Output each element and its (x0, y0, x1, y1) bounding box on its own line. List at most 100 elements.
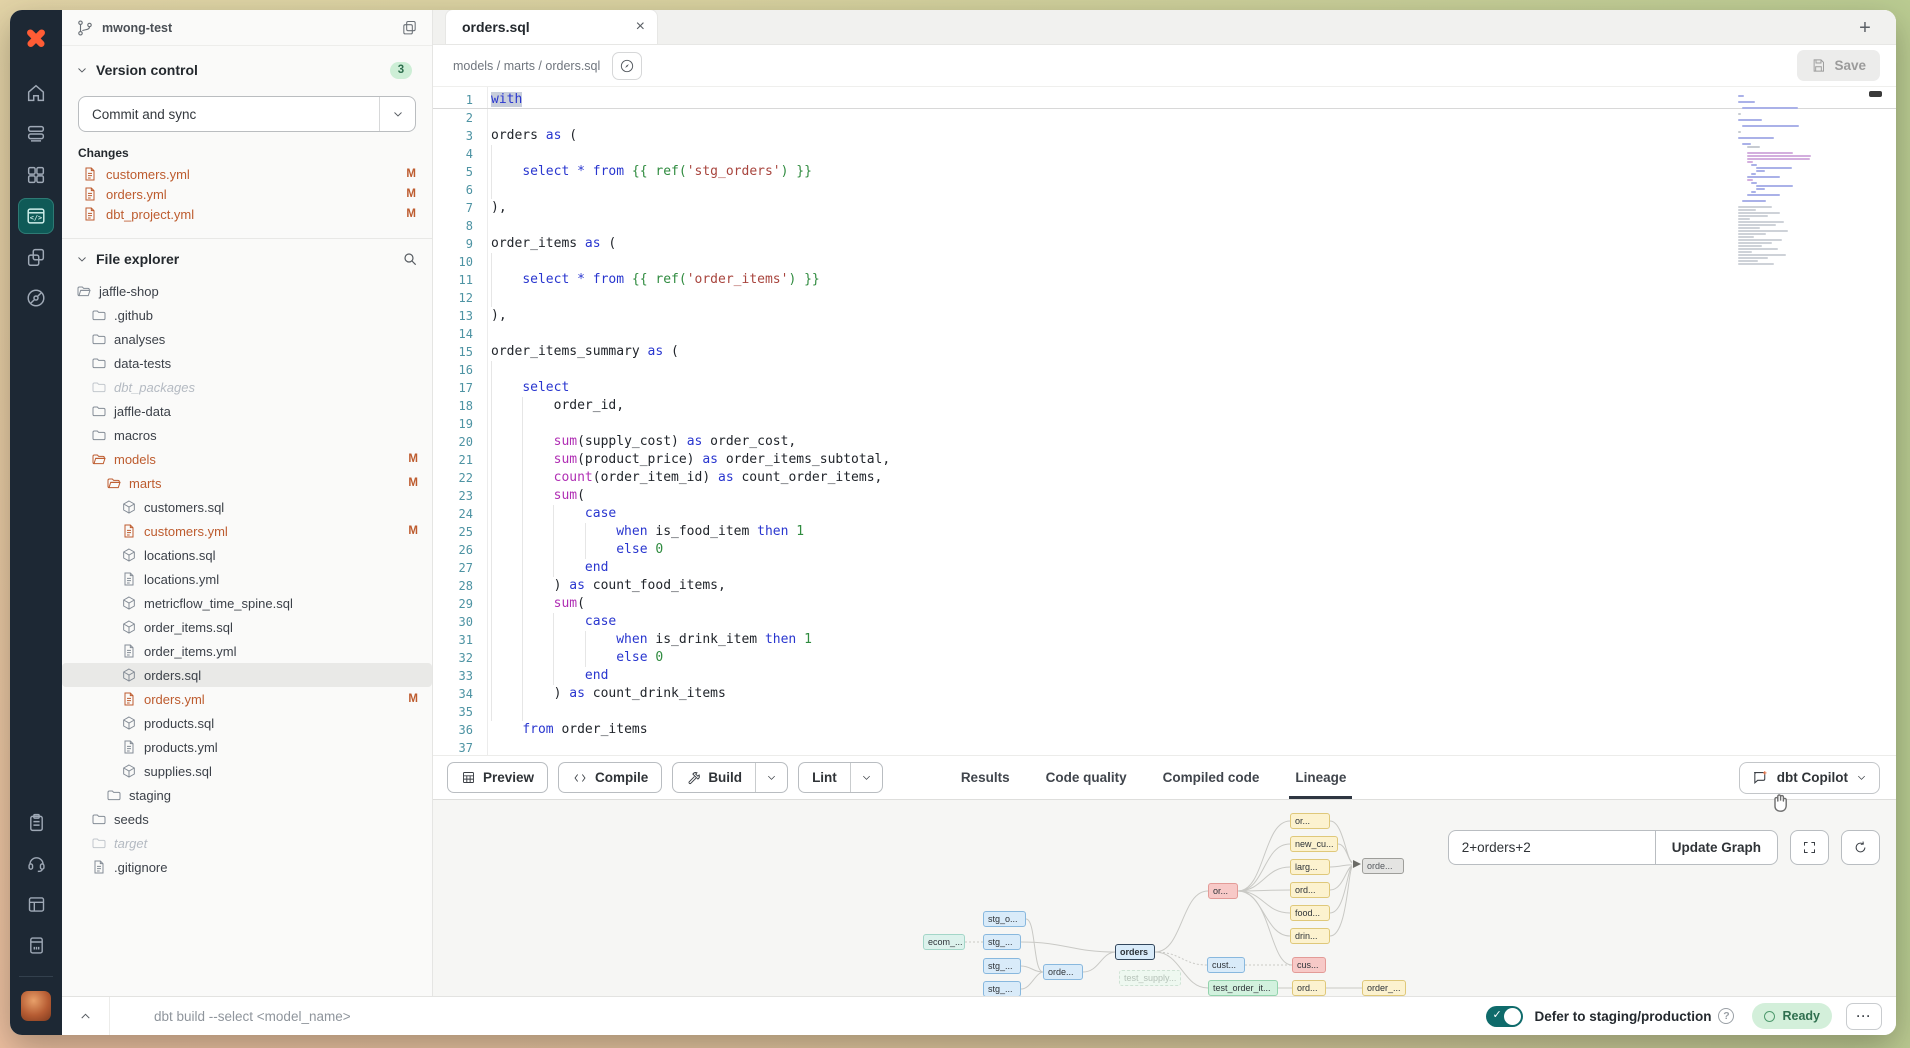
tree-item-marts[interactable]: martsM (62, 471, 432, 495)
tree-item-customers.sql[interactable]: customers.sql (62, 495, 432, 519)
code-line-31[interactable]: 31 when is_drink_item then 1 (433, 631, 1896, 649)
code-line-37[interactable]: 37 (433, 739, 1896, 755)
dbt-copilot-button[interactable]: dbt Copilot (1739, 762, 1880, 794)
code-line-34[interactable]: 34 ) as count_drink_items (433, 685, 1896, 703)
lineage-node-ecom_[interactable]: ecom_... (923, 934, 965, 950)
preview-button[interactable]: Preview (447, 762, 548, 793)
code-line-10[interactable]: 10 (433, 253, 1896, 271)
code-line-6[interactable]: 6 (433, 181, 1896, 199)
code-line-29[interactable]: 29 sum( (433, 595, 1896, 613)
tab-orders-sql[interactable]: orders.sql × (445, 10, 658, 44)
code-line-20[interactable]: 20 sum(supply_cost) as order_cost, (433, 433, 1896, 451)
tree-item-order_items.sql[interactable]: order_items.sql (62, 615, 432, 639)
code-line-9[interactable]: 9order_items as ( (433, 235, 1896, 253)
tree-item-jaffle-shop[interactable]: jaffle-shop (62, 279, 432, 303)
build-options-caret[interactable] (755, 763, 787, 792)
changed-file-orders.yml[interactable]: orders.ymlM (62, 184, 432, 204)
build-button[interactable]: Build (672, 762, 788, 793)
code-line-23[interactable]: 23 sum( (433, 487, 1896, 505)
changed-file-dbt_project.yml[interactable]: dbt_project.ymlM (62, 204, 432, 224)
code-editor[interactable]: 1with23orders as (45 select * from {{ re… (433, 87, 1896, 755)
lineage-node-test_supply[interactable]: test_supply... (1119, 970, 1181, 986)
code-line-24[interactable]: 24 case (433, 505, 1896, 523)
commit-and-sync-button[interactable]: Commit and sync (78, 96, 416, 132)
tree-item-dbt_packages[interactable]: dbt_packages (62, 375, 432, 399)
file-explorer-header[interactable]: File explorer (62, 243, 432, 275)
code-line-15[interactable]: 15order_items_summary as ( (433, 343, 1896, 361)
lineage-node-or[interactable]: or... (1208, 883, 1238, 899)
nav-explore-icon[interactable] (18, 157, 54, 193)
code-line-11[interactable]: 11 select * from {{ ref('order_items') }… (433, 271, 1896, 289)
version-control-header[interactable]: Version control 3 (62, 54, 432, 86)
code-line-28[interactable]: 28 ) as count_food_items, (433, 577, 1896, 595)
code-line-19[interactable]: 19 (433, 415, 1896, 433)
close-tab-icon[interactable]: × (636, 19, 645, 35)
code-line-35[interactable]: 35 (433, 703, 1896, 721)
code-line-13[interactable]: 13), (433, 307, 1896, 325)
dbt-logo-icon[interactable] (22, 24, 50, 52)
lineage-node-cust[interactable]: cust... (1207, 957, 1245, 973)
nav-discover-icon[interactable] (18, 280, 54, 316)
tree-item-seeds[interactable]: seeds (62, 807, 432, 831)
tree-item-products.yml[interactable]: products.yml (62, 735, 432, 759)
lineage-node-new_cu[interactable]: new_cu... (1290, 836, 1338, 852)
compile-button[interactable]: Compile (558, 762, 662, 793)
code-line-17[interactable]: 17 select (433, 379, 1896, 397)
tree-item-target[interactable]: target (62, 831, 432, 855)
nav-notebook-icon[interactable] (18, 927, 54, 963)
code-line-1[interactable]: 1with (433, 91, 1896, 109)
panel-tab-lineage[interactable]: Lineage (1295, 756, 1346, 799)
user-avatar[interactable] (21, 991, 51, 1021)
panel-tab-code-quality[interactable]: Code quality (1046, 756, 1127, 799)
tree-item-jaffle-data[interactable]: jaffle-data (62, 399, 432, 423)
nav-deploy-icon[interactable] (18, 116, 54, 152)
code-line-16[interactable]: 16 (433, 361, 1896, 379)
code-line-14[interactable]: 14 (433, 325, 1896, 343)
help-icon[interactable]: ? (1718, 1008, 1734, 1024)
tree-item-.gitignore[interactable]: .gitignore (62, 855, 432, 879)
tree-item-metricflow_time_spine.sql[interactable]: metricflow_time_spine.sql (62, 591, 432, 615)
code-line-32[interactable]: 32 else 0 (433, 649, 1896, 667)
code-line-22[interactable]: 22 count(order_item_id) as count_order_i… (433, 469, 1896, 487)
tree-item-.github[interactable]: .github (62, 303, 432, 327)
minimap[interactable] (1738, 95, 1835, 267)
lineage-node-cus[interactable]: cus... (1292, 957, 1326, 973)
lineage-selector-input[interactable]: 2+orders+2 (1448, 830, 1655, 865)
lineage-node-stg_[interactable]: stg_... (983, 981, 1021, 997)
code-line-12[interactable]: 12 (433, 289, 1896, 307)
tree-item-locations.yml[interactable]: locations.yml (62, 567, 432, 591)
code-line-3[interactable]: 3orders as ( (433, 127, 1896, 145)
code-line-27[interactable]: 27 end (433, 559, 1896, 577)
code-line-8[interactable]: 8 (433, 217, 1896, 235)
nav-orchestrate-icon[interactable] (18, 239, 54, 275)
tree-item-data-tests[interactable]: data-tests (62, 351, 432, 375)
lineage-node-drin[interactable]: drin... (1290, 928, 1330, 944)
code-line-21[interactable]: 21 sum(product_price) as order_items_sub… (433, 451, 1896, 469)
copy-icon[interactable] (401, 19, 418, 36)
lineage-node-food[interactable]: food... (1290, 905, 1330, 921)
tree-item-products.sql[interactable]: products.sql (62, 711, 432, 735)
tree-item-orders.yml[interactable]: orders.ymlM (62, 687, 432, 711)
search-icon[interactable] (402, 251, 418, 267)
code-line-36[interactable]: 36 from order_items (433, 721, 1896, 739)
code-line-25[interactable]: 25 when is_food_item then 1 (433, 523, 1896, 541)
defer-toggle[interactable]: ✓ (1486, 1006, 1523, 1027)
lineage-node-or[interactable]: or... (1290, 813, 1330, 829)
lineage-node-orders[interactable]: orders (1115, 944, 1155, 960)
tree-item-macros[interactable]: macros (62, 423, 432, 447)
nav-develop-icon[interactable]: </> (18, 198, 54, 234)
code-line-30[interactable]: 30 case (433, 613, 1896, 631)
more-options-button[interactable]: ··· (1846, 1003, 1882, 1030)
open-lineage-button[interactable] (612, 52, 642, 80)
new-tab-button[interactable]: + (1852, 15, 1878, 41)
update-graph-button[interactable]: Update Graph (1655, 830, 1778, 865)
lineage-node-ord[interactable]: ord... (1290, 882, 1330, 898)
save-button[interactable]: Save (1797, 50, 1880, 81)
nav-home-icon[interactable] (18, 75, 54, 111)
fullscreen-button[interactable] (1790, 830, 1829, 865)
tree-item-orders.sql[interactable]: orders.sql (62, 663, 432, 687)
tree-item-analyses[interactable]: analyses (62, 327, 432, 351)
tree-item-order_items.yml[interactable]: order_items.yml (62, 639, 432, 663)
scrollbar-thumb[interactable] (1869, 91, 1882, 97)
commit-options-caret[interactable] (379, 97, 415, 131)
